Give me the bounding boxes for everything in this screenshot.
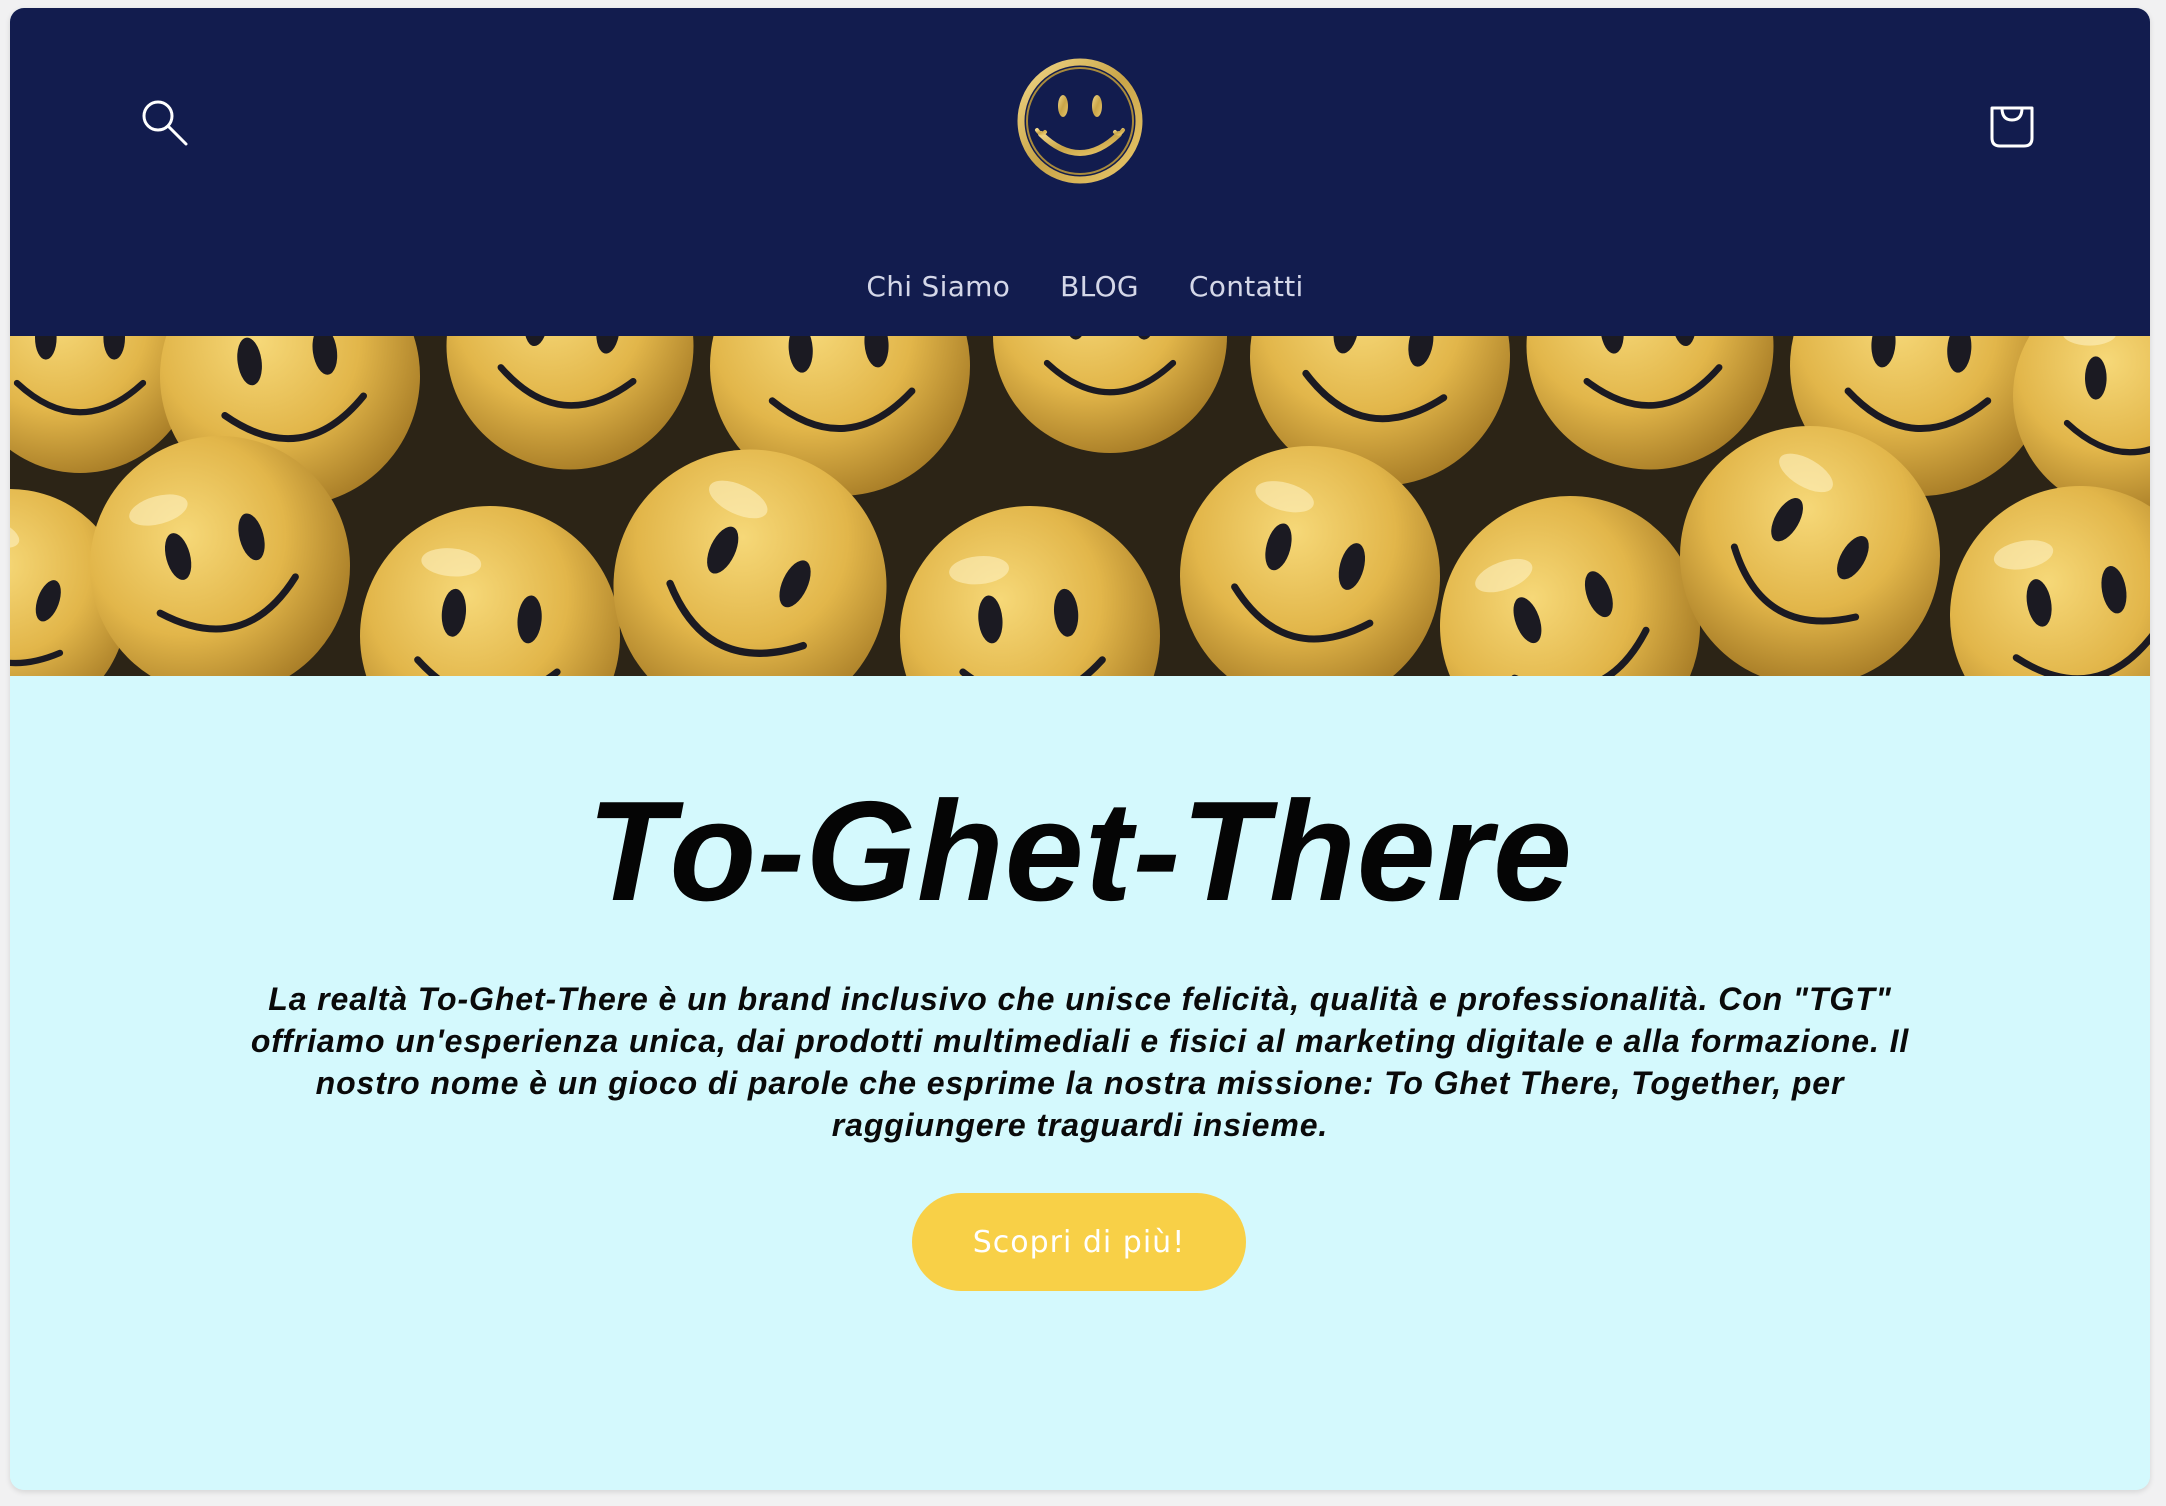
main-navigation: Chi Siamo BLOG Contatti xyxy=(10,270,2150,303)
hero-banner-image xyxy=(10,336,2150,676)
search-icon xyxy=(142,100,188,146)
nav-item-contatti[interactable]: Contatti xyxy=(1189,270,1304,303)
nav-item-blog[interactable]: BLOG xyxy=(1060,270,1139,303)
page-title: To-Ghet-There xyxy=(587,772,1573,931)
shopping-bag-icon xyxy=(1990,106,2034,148)
browser-page: Chi Siamo BLOG Contatti To-Ghet-There La… xyxy=(10,8,2150,1490)
site-logo[interactable] xyxy=(1013,54,1147,188)
nav-item-chi-siamo[interactable]: Chi Siamo xyxy=(866,270,1010,303)
smiley-balls-image xyxy=(10,336,2150,676)
brand-description: La realtà To-Ghet-There è un brand inclu… xyxy=(250,981,1910,1143)
site-header: Chi Siamo BLOG Contatti xyxy=(10,8,2150,336)
hero-section: To-Ghet-There La realtà To-Ghet-There è … xyxy=(10,676,2150,1490)
discover-more-button[interactable]: Scopri di più! xyxy=(912,1193,1246,1291)
smiley-logo-icon xyxy=(1017,58,1143,184)
cart-button[interactable] xyxy=(1980,90,2044,154)
search-button[interactable] xyxy=(134,92,194,152)
